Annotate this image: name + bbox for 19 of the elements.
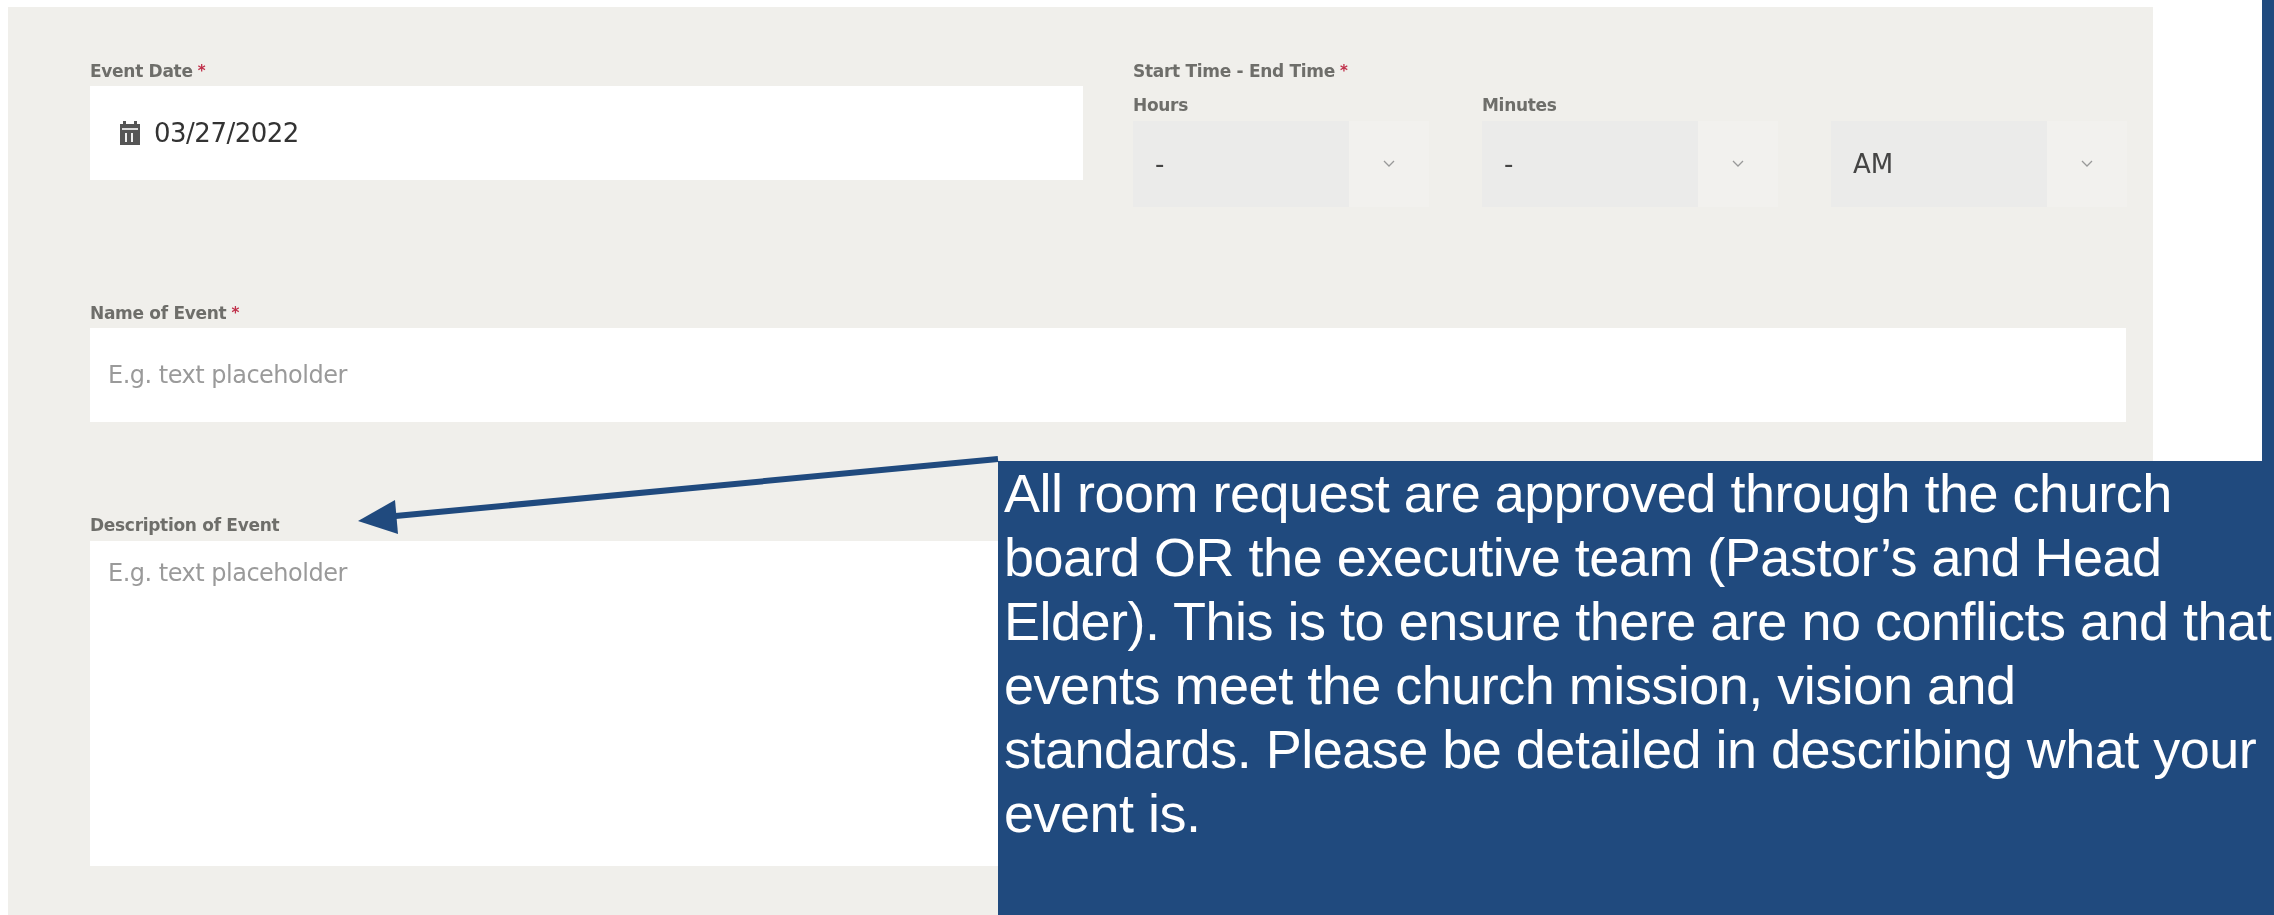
select-field[interactable]: - [1133,121,1429,207]
callout-text: All room request are approved through the church board OR the executive team (Pastor’s and Head Elder). This is to ensure there are no conflicts and that events meet the church mission, vision and standards. Please be detailed in describing what your event is. [1003,462,2273,845]
field-label: Event Date [90,61,193,81]
required-mark: * [197,62,206,80]
date-field[interactable]: 03/27/2022 [90,86,1083,180]
required-mark: * [1340,62,1348,80]
field-label: Name of Event [90,303,227,323]
field-label: Start Time - End Time [1133,61,1335,81]
chevron-icon [1732,160,1744,168]
field-label: Minutes [1482,95,1558,117]
select-field[interactable]: - [1482,121,1778,207]
chevron-icon [2081,160,2093,168]
text-field[interactable]: E.g. text placeholder [90,328,2126,422]
required-mark: * [231,304,239,322]
field-label: Hours [1133,95,1189,117]
text-area[interactable]: E.g. text placeholder [90,541,998,866]
chevron-icon [1383,160,1395,168]
field-label: Description of Event [90,515,280,535]
select-field[interactable]: AM [1831,121,2127,207]
